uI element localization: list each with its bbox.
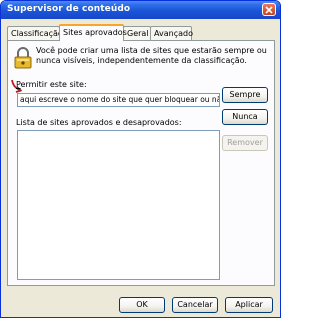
close-button[interactable] [262,3,276,16]
site-input[interactable]: aqui escreve o nome do site que quer blo… [17,93,220,107]
tab-classificacao[interactable]: Classificação [7,26,63,40]
lock-icon [14,47,32,69]
description-text: Você pode criar uma lista de sites que e… [36,46,267,65]
cancel-button[interactable]: Cancelar [172,297,218,313]
always-button[interactable]: Sempre [222,87,268,103]
site-list-label: Lista de sites aprovados e desaprovados: [16,118,182,127]
content-advisor-dialog: Supervisor de conteúdo Classificação Sit… [0,0,281,318]
remove-button[interactable]: Remover [222,135,268,151]
window-title: Supervisor de conteúdo [7,4,131,14]
tab-avancado[interactable]: Avançado [150,26,193,40]
never-button[interactable]: Nunca [222,109,268,125]
approved-sites-panel: Você pode criar uma lista de sites que e… [7,40,275,286]
apply-button[interactable]: Aplicar [225,297,273,313]
title-bar[interactable]: Supervisor de conteúdo [1,1,280,19]
tab-geral[interactable]: Geral [123,26,151,40]
tab-sites-aprovados[interactable]: Sites aprovados [59,24,127,41]
ok-button[interactable]: OK [119,297,165,313]
allow-site-label: Permitir este site: [16,80,87,89]
site-list[interactable] [17,130,220,280]
close-icon [265,6,273,14]
